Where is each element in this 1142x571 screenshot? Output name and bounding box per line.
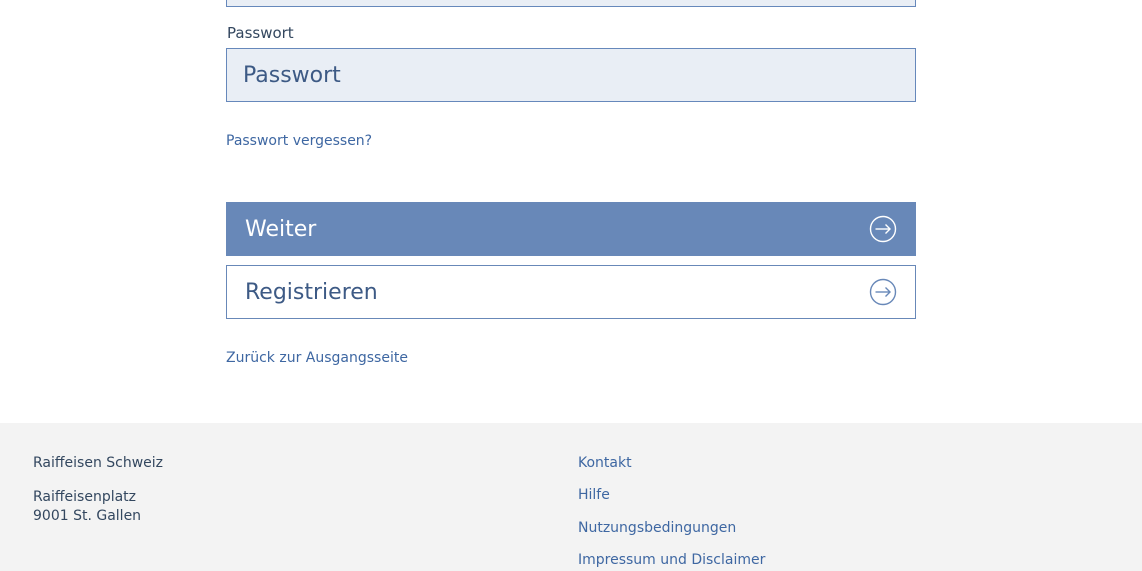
next-button-label: Weiter [245,216,317,242]
footer-org-name: Raiffeisen Schweiz [33,455,164,471]
footer-link-imprint[interactable]: Impressum und Disclaimer [578,552,765,568]
footer-link-terms[interactable]: Nutzungsbedingungen [578,520,736,536]
footer-address-line1: Raiffeisenplatz [33,489,137,505]
back-to-start-link[interactable]: Zurück zur Ausgangsseite [226,350,408,366]
login-page: Passwort Passwort vergessen? Weiter Regi… [0,0,1142,571]
password-label: Passwort [227,24,294,42]
register-button[interactable]: Registrieren [226,265,916,319]
arrow-right-circle-icon [869,278,897,306]
forgot-password-link[interactable]: Passwort vergessen? [226,133,372,149]
footer-address: Raiffeisenplatz 9001 St. Gallen [33,488,141,526]
password-input[interactable] [226,48,916,102]
register-button-label: Registrieren [245,279,378,305]
next-button[interactable]: Weiter [226,202,916,256]
arrow-right-circle-icon [869,215,897,243]
footer-address-line2: 9001 St. Gallen [33,508,142,524]
footer: Raiffeisen Schweiz Raiffeisenplatz 9001 … [0,423,1142,571]
username-field[interactable] [226,0,916,7]
footer-link-kontakt[interactable]: Kontakt [578,455,632,471]
footer-link-hilfe[interactable]: Hilfe [578,487,610,503]
